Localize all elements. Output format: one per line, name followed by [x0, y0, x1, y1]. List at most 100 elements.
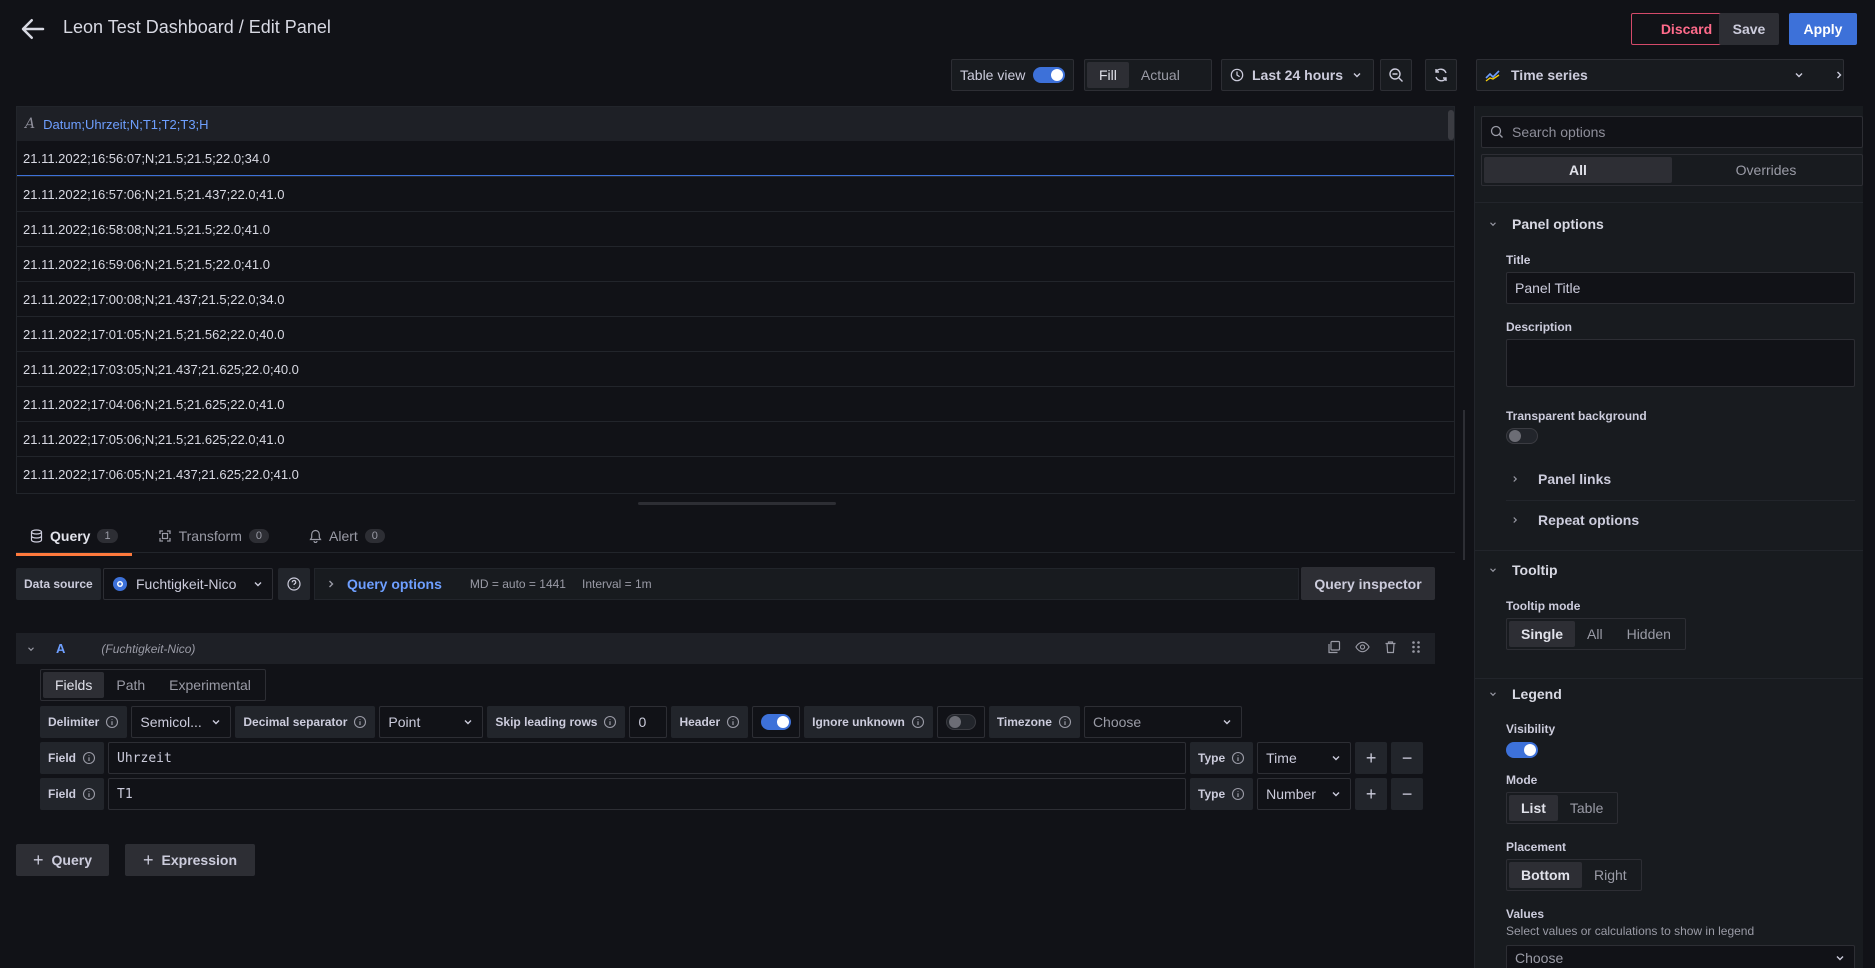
add-field-button[interactable]: + [1355, 742, 1388, 774]
subtab-fields[interactable]: Fields [43, 672, 105, 698]
tab-overrides[interactable]: Overrides [1672, 157, 1860, 183]
save-button[interactable]: Save [1719, 13, 1779, 45]
type-value: Time [1266, 750, 1297, 766]
description-textarea[interactable] [1506, 339, 1855, 387]
panel-options-section[interactable]: Panel options [1488, 216, 1604, 232]
query-letter[interactable]: A [56, 641, 65, 656]
visibility-toggle[interactable] [1506, 742, 1538, 758]
ignore-unknown-switch[interactable] [945, 714, 976, 730]
subtab-path[interactable]: Path [104, 672, 157, 698]
field-row: Field Uhrzeit Type Time + − [40, 742, 1424, 774]
chevron-right-icon [1513, 517, 1518, 523]
tooltip-section[interactable]: Tooltip [1488, 562, 1558, 578]
add-query-button[interactable]: + Query [16, 844, 109, 876]
remove-field-button[interactable]: − [1391, 778, 1424, 810]
type-label-text: Type [1198, 787, 1226, 801]
chevron-right-icon [1513, 476, 1518, 482]
ignore-unknown-toggle[interactable] [936, 706, 985, 738]
fill-option[interactable]: Fill [1087, 62, 1129, 88]
field-input[interactable]: Uhrzeit [108, 742, 1187, 774]
tooltip-mode-all[interactable]: All [1575, 621, 1615, 647]
divider [1474, 678, 1863, 679]
legend-title: Legend [1512, 686, 1562, 702]
panel-links-title: Panel links [1538, 471, 1612, 487]
table-row: 21.11.2022;17:03:05;N;21.437;21.625;22.0… [17, 351, 1454, 386]
datasource-select[interactable]: Fuchtigkeit-Nico [103, 568, 273, 600]
transparent-background-toggle[interactable] [1506, 428, 1538, 444]
timezone-select[interactable]: Choose [1083, 706, 1242, 738]
type-select[interactable]: Time [1257, 742, 1352, 774]
skip-rows-label: Skip leading rows [487, 706, 626, 738]
table-row: 21.11.2022;17:00:08;N;21.437;21.5;22.0;3… [17, 281, 1454, 316]
type-select[interactable]: Number [1257, 778, 1352, 810]
legend-section[interactable]: Legend [1488, 686, 1562, 702]
back-arrow-icon[interactable] [18, 14, 48, 44]
search-options-input[interactable]: Search options [1481, 116, 1863, 148]
visibility-switch[interactable] [1506, 742, 1538, 758]
chevron-down-icon [1490, 568, 1496, 573]
time-range-picker[interactable]: Last 24 hours [1221, 59, 1374, 91]
subtab-experimental[interactable]: Experimental [157, 672, 263, 698]
table-view-toggle[interactable]: Table view [951, 59, 1074, 91]
chevron-down-icon [1490, 692, 1496, 697]
query-row-header[interactable]: A (Fuchtigkeit-Nico) [16, 633, 1435, 664]
refresh-button[interactable] [1425, 59, 1457, 91]
values-label: Values [1506, 907, 1545, 921]
tab-all[interactable]: All [1484, 157, 1672, 183]
add-expression-button[interactable]: + Expression [125, 844, 255, 876]
query-options-title[interactable]: Query options [347, 576, 442, 592]
query-inspector-button[interactable]: Query inspector [1301, 567, 1435, 600]
repeat-options-section[interactable]: Repeat options [1510, 512, 1639, 528]
pane-splitter[interactable] [638, 502, 836, 505]
fill-actual-group: Fill Actual [1084, 59, 1212, 91]
table-row: 21.11.2022;16:56:07;N;21.5;21.5;22.0;34.… [17, 141, 1454, 176]
tab-transform[interactable]: Transform 0 [144, 520, 283, 552]
transparent-background-switch[interactable] [1506, 428, 1538, 444]
collapse-options-button[interactable] [1821, 59, 1856, 91]
visibility-label: Visibility [1506, 722, 1556, 736]
skip-rows-input[interactable]: 0 [629, 706, 668, 738]
options-pane-splitter[interactable] [1463, 410, 1465, 560]
actual-option[interactable]: Actual [1129, 62, 1192, 88]
decimal-separator-select[interactable]: Point [379, 706, 484, 738]
values-select[interactable]: Choose [1506, 945, 1855, 968]
tooltip-mode-hidden[interactable]: Hidden [1615, 621, 1683, 647]
transform-icon [158, 530, 171, 542]
datasource-help-button[interactable] [278, 568, 310, 600]
panel-links-section[interactable]: Panel links [1510, 471, 1611, 487]
field-input[interactable]: T1 [108, 778, 1187, 810]
placement-right[interactable]: Right [1582, 862, 1639, 888]
delimiter-select[interactable]: Semicol... [131, 706, 232, 738]
decimal-separator-label: Decimal separator [235, 706, 376, 738]
duplicate-icon[interactable] [1327, 640, 1341, 654]
trash-icon[interactable] [1384, 640, 1397, 654]
add-field-button[interactable]: + [1355, 778, 1388, 810]
chevron-down-icon [1353, 73, 1361, 78]
query-options-bar[interactable]: Query options MD = auto = 1441 Interval … [314, 568, 1299, 600]
transparent-background-label: Transparent background [1506, 409, 1647, 423]
remove-field-button[interactable]: − [1391, 742, 1424, 774]
eye-icon[interactable] [1355, 640, 1370, 654]
info-icon [604, 715, 617, 729]
placement-bottom[interactable]: Bottom [1509, 862, 1582, 888]
header-switch[interactable] [761, 714, 792, 730]
legend-mode-table[interactable]: Table [1558, 795, 1615, 821]
legend-mode-list[interactable]: List [1509, 795, 1558, 821]
table-view-switch[interactable] [1033, 67, 1065, 83]
tooltip-mode-single[interactable]: Single [1509, 621, 1576, 647]
zoom-out-button[interactable] [1380, 59, 1412, 91]
tab-query[interactable]: Query 1 [16, 520, 132, 556]
refresh-icon [1435, 68, 1447, 82]
chevron-down-icon[interactable] [26, 644, 36, 654]
drag-handle-icon[interactable] [1411, 640, 1421, 654]
title-input[interactable]: Panel Title [1506, 272, 1855, 304]
apply-button[interactable]: Apply [1789, 13, 1857, 45]
tooltip-mode-label: Tooltip mode [1506, 599, 1581, 613]
tab-alert[interactable]: Alert 0 [295, 520, 399, 552]
max-datapoints: MD = auto = 1441 [469, 577, 566, 591]
visualization-picker[interactable]: Time series [1476, 59, 1844, 91]
table-header[interactable]: A Datum;Uhrzeit;N;T1;T2;T3;H [17, 107, 1454, 141]
table-scrollbar[interactable] [1448, 110, 1454, 140]
header-toggle[interactable] [752, 706, 801, 738]
divider [1474, 550, 1863, 551]
